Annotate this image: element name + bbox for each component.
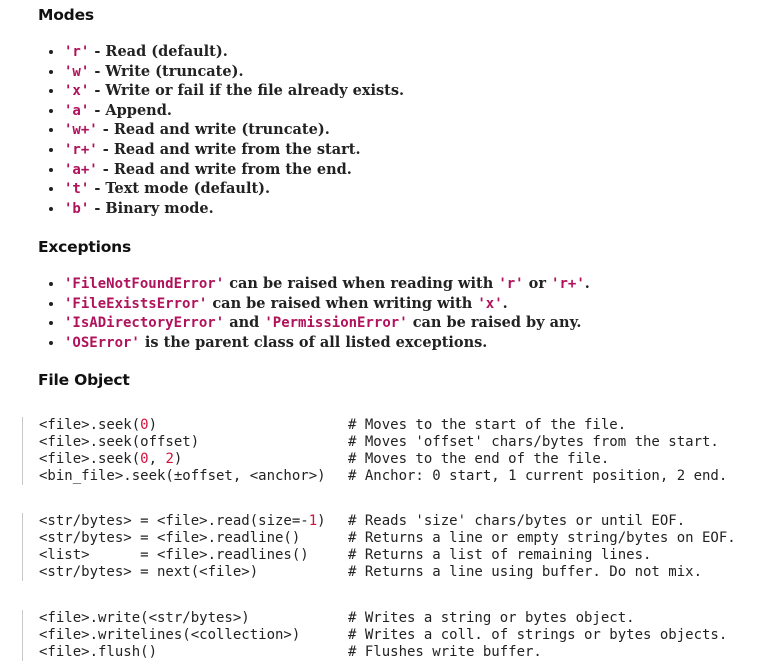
code-block-read: <str/bytes> = <file>.read(size=-1) # Read… [22,513,757,581]
mode-item: 't' - Text mode (default). [64,179,404,199]
mode-code: 'x' [64,83,90,100]
mode-item: 'w+' - Read and write (truncate). [64,120,404,140]
mode-description: - Append. [89,101,172,119]
modes-list: 'r' - Read (default).'w' - Write (trunca… [48,42,404,218]
exception-code: 'r+' [551,276,585,292]
mode-code: 'a' [64,102,90,119]
code-text: <bin_file>.seek(±offset, <anchor>) [39,468,326,484]
exception-text: and [224,314,265,332]
modes-heading: Modes [38,6,94,24]
code-line: <file>.seek(0) # Moves to the start of th… [39,417,757,434]
code-comment: # Flushes write buffer. [348,644,542,660]
code-text: <str/bytes> = <file>.read(size=- [39,513,309,529]
exception-code: 'OSError' [64,334,140,351]
code-comment: # Returns a list of remaining lines. [348,547,652,563]
exceptions-heading: Exceptions [38,238,132,256]
code-comment: # Anchor: 0 start, 1 current position, 2… [348,468,728,484]
mode-code: 't' [64,181,90,198]
code-line: <str/bytes> = <file>.readline() # Returns… [39,530,757,547]
exception-text: or [523,275,552,292]
exception-text: can be raised when reading with [224,275,499,292]
mode-item: 'w' - Write (truncate). [64,62,404,82]
code-text: ) [148,417,158,433]
exceptions-list: 'FileNotFoundError' can be raised when r… [48,274,590,352]
exception-code: 'IsADirectoryError' [64,315,225,332]
mode-code: 'w' [64,63,90,80]
code-comment: # Moves 'offset' chars/bytes from the st… [348,434,719,450]
code-line: <str/bytes> = next(<file>) # Returns a li… [39,564,757,581]
mode-item: 'a+' - Read and write from the end. [64,160,404,180]
mode-description: - Read and write from the start. [97,140,361,158]
code-text: <file>.write(<str/bytes>) [39,610,250,626]
exception-code: 'FileNotFoundError' [64,276,225,292]
exception-item: 'FileExistsError' can be raised when wri… [64,294,590,314]
exception-item: 'IsADirectoryError' and 'PermissionError… [64,313,590,333]
mode-description: - Read and write (truncate). [97,121,330,139]
code-comment: # Writes a coll. of strings or bytes obj… [348,627,728,643]
mode-item: 'r+' - Read and write from the start. [64,140,404,160]
exception-text: . [502,294,508,312]
exception-text: . [584,275,590,292]
code-text: ) [317,513,326,529]
code-line: <file>.seek(0, 2) # Moves to the end of t… [39,451,757,468]
code-text: <file>.seek(offset) [39,434,200,450]
code-block-write: <file>.write(<str/bytes>) # Writes a stri… [22,610,757,661]
exception-code: 'PermissionError' [264,315,408,332]
code-number: 0 [140,451,149,467]
code-number: 0 [140,417,149,433]
code-line: <file>.writelines(<collection>) # Writes … [39,627,757,644]
code-block-seek: <file>.seek(0) # Moves to the start of th… [22,417,757,485]
file-object-heading: File Object [38,371,130,389]
mode-item: 'x' - Write or fail if the file already … [64,81,404,101]
mode-description: - Write (truncate). [89,62,244,80]
exception-code: 'FileExistsError' [64,295,208,312]
code-comment: # Returns a line or empty string/bytes o… [348,530,736,546]
exception-code: 'x' [477,295,503,312]
mode-code: 'a+' [64,161,98,178]
mode-description: - Read (default). [89,43,228,60]
exception-item: 'FileNotFoundError' can be raised when r… [64,274,590,294]
code-number: 1 [308,513,318,529]
code-text: <str/bytes> = next(<file>) [39,564,259,580]
code-comment: # Reads 'size' chars/bytes or until EOF. [348,513,686,529]
mode-description: - Binary mode. [89,199,214,217]
exception-code: 'r' [498,276,524,292]
code-line: <file>.seek(offset) # Moves 'offset' char… [39,434,757,451]
code-text: <file>.writelines(<collection>) [39,627,301,643]
code-text: <list> = <file>.readlines() [39,547,309,563]
code-text: <file>.seek( [39,417,141,433]
mode-item: 'r' - Read (default). [64,42,404,62]
exception-text: can be raised when writing with [207,294,478,312]
code-text: <file>.flush() [39,644,158,660]
mode-code: 'r' [64,44,90,60]
code-number: 2 [165,451,174,467]
code-text: <file>.seek( [39,451,141,467]
exception-item: 'OSError' is the parent class of all lis… [64,333,590,353]
code-text: ) [173,451,183,467]
mode-item: 'a' - Append. [64,101,404,121]
code-text: , [148,451,166,467]
mode-item: 'b' - Binary mode. [64,199,404,219]
code-comment: # Moves to the end of the file. [348,451,610,467]
code-line: <bin_file>.seek(±offset, <anchor>) # Anch… [39,468,757,485]
mode-code: 'b' [64,200,90,217]
exception-text: is the parent class of all listed except… [139,333,488,351]
code-text: <str/bytes> = <file>.readline() [39,530,301,546]
mode-code: 'w+' [64,122,98,139]
exception-text: can be raised by any. [407,314,582,332]
mode-description: - Text mode (default). [89,180,271,198]
code-comment: # Moves to the start of the file. [348,417,627,433]
code-line: <list> = <file>.readlines() # Returns a l… [39,547,757,564]
mode-code: 'r+' [64,141,98,158]
code-line: <file>.flush() # Flushes write buffer. [39,644,757,661]
code-comment: # Returns a line using buffer. Do not mi… [348,564,703,580]
code-comment: # Writes a string or bytes object. [348,610,635,626]
code-line: <file>.write(<str/bytes>) # Writes a stri… [39,610,757,627]
code-line: <str/bytes> = <file>.read(size=-1) # Read… [39,513,757,530]
mode-description: - Write or fail if the file already exis… [89,82,405,100]
mode-description: - Read and write from the end. [97,160,352,178]
